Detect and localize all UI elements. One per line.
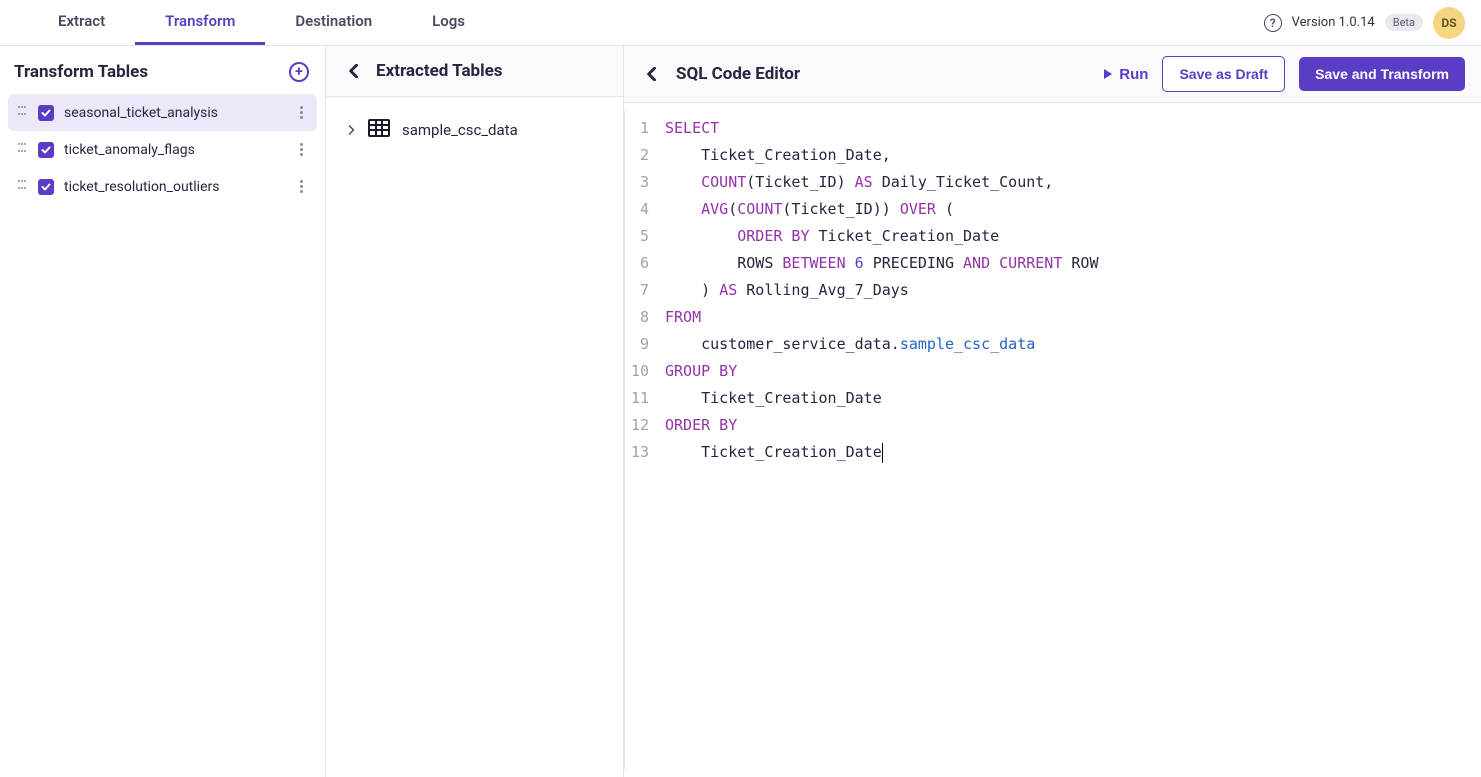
transform-tables-panel: Transform Tables + seasonal_ticket_analy… (0, 46, 326, 777)
sql-editor-title: SQL Code Editor (676, 64, 1089, 84)
collapse-editor-button[interactable] (640, 63, 662, 85)
tab-extract[interactable]: Extract (28, 0, 135, 45)
transform-table-item[interactable]: ticket_anomaly_flags (8, 131, 317, 168)
run-button[interactable]: Run (1103, 66, 1148, 83)
beta-badge: Beta (1385, 14, 1423, 31)
run-label: Run (1119, 66, 1148, 83)
check-badge-icon (38, 142, 54, 158)
drag-handle-icon[interactable] (18, 106, 28, 120)
help-icon[interactable]: ? (1264, 14, 1282, 32)
transform-table-label: seasonal_ticket_analysis (64, 105, 286, 121)
kebab-menu-button[interactable] (296, 102, 307, 123)
kebab-menu-button[interactable] (296, 176, 307, 197)
check-badge-icon (38, 179, 54, 195)
transform-table-label: ticket_resolution_outliers (64, 179, 286, 195)
avatar[interactable]: DS (1433, 7, 1465, 39)
top-nav: Extract Transform Destination Logs ? Ver… (0, 0, 1481, 46)
add-table-button[interactable]: + (289, 62, 309, 82)
save-transform-button[interactable]: Save and Transform (1299, 57, 1465, 91)
kebab-menu-button[interactable] (296, 139, 307, 160)
nav-right: ? Version 1.0.14 Beta DS (1264, 0, 1465, 45)
save-draft-button[interactable]: Save as Draft (1162, 56, 1285, 92)
transform-table-item[interactable]: ticket_resolution_outliers (8, 168, 317, 205)
chevron-left-icon (348, 64, 358, 78)
extracted-tables-panel: Extracted Tables sample_csc_data (326, 46, 624, 777)
extracted-table-label: sample_csc_data (402, 121, 518, 139)
line-gutter: 12345678910111213 (625, 111, 657, 769)
transform-tables-title: Transform Tables (14, 62, 148, 82)
nav-tabs: Extract Transform Destination Logs (0, 0, 495, 45)
version-label: Version 1.0.14 (1292, 15, 1375, 30)
code-content[interactable]: SELECT Ticket_Creation_Date, COUNT(Ticke… (657, 111, 1099, 769)
chevron-left-icon (646, 67, 656, 81)
drag-handle-icon[interactable] (18, 143, 28, 157)
check-badge-icon (38, 105, 54, 121)
text-cursor (882, 443, 883, 463)
table-icon (368, 119, 390, 141)
sql-editor-panel: SQL Code Editor Run Save as Draft Save a… (624, 46, 1481, 777)
drag-handle-icon[interactable] (18, 180, 28, 194)
tab-logs[interactable]: Logs (402, 0, 495, 45)
tab-destination[interactable]: Destination (265, 0, 402, 45)
tab-transform[interactable]: Transform (135, 0, 265, 45)
play-icon (1103, 68, 1113, 80)
transform-table-label: ticket_anomaly_flags (64, 142, 286, 158)
code-editor[interactable]: 12345678910111213 SELECT Ticket_Creation… (624, 111, 1473, 769)
collapse-extracted-button[interactable] (342, 60, 364, 82)
extracted-tables-title: Extracted Tables (376, 61, 503, 81)
tree-caret-icon[interactable] (346, 125, 356, 135)
extracted-table-item[interactable]: sample_csc_data (338, 113, 611, 147)
transform-table-item[interactable]: seasonal_ticket_analysis (8, 94, 317, 131)
